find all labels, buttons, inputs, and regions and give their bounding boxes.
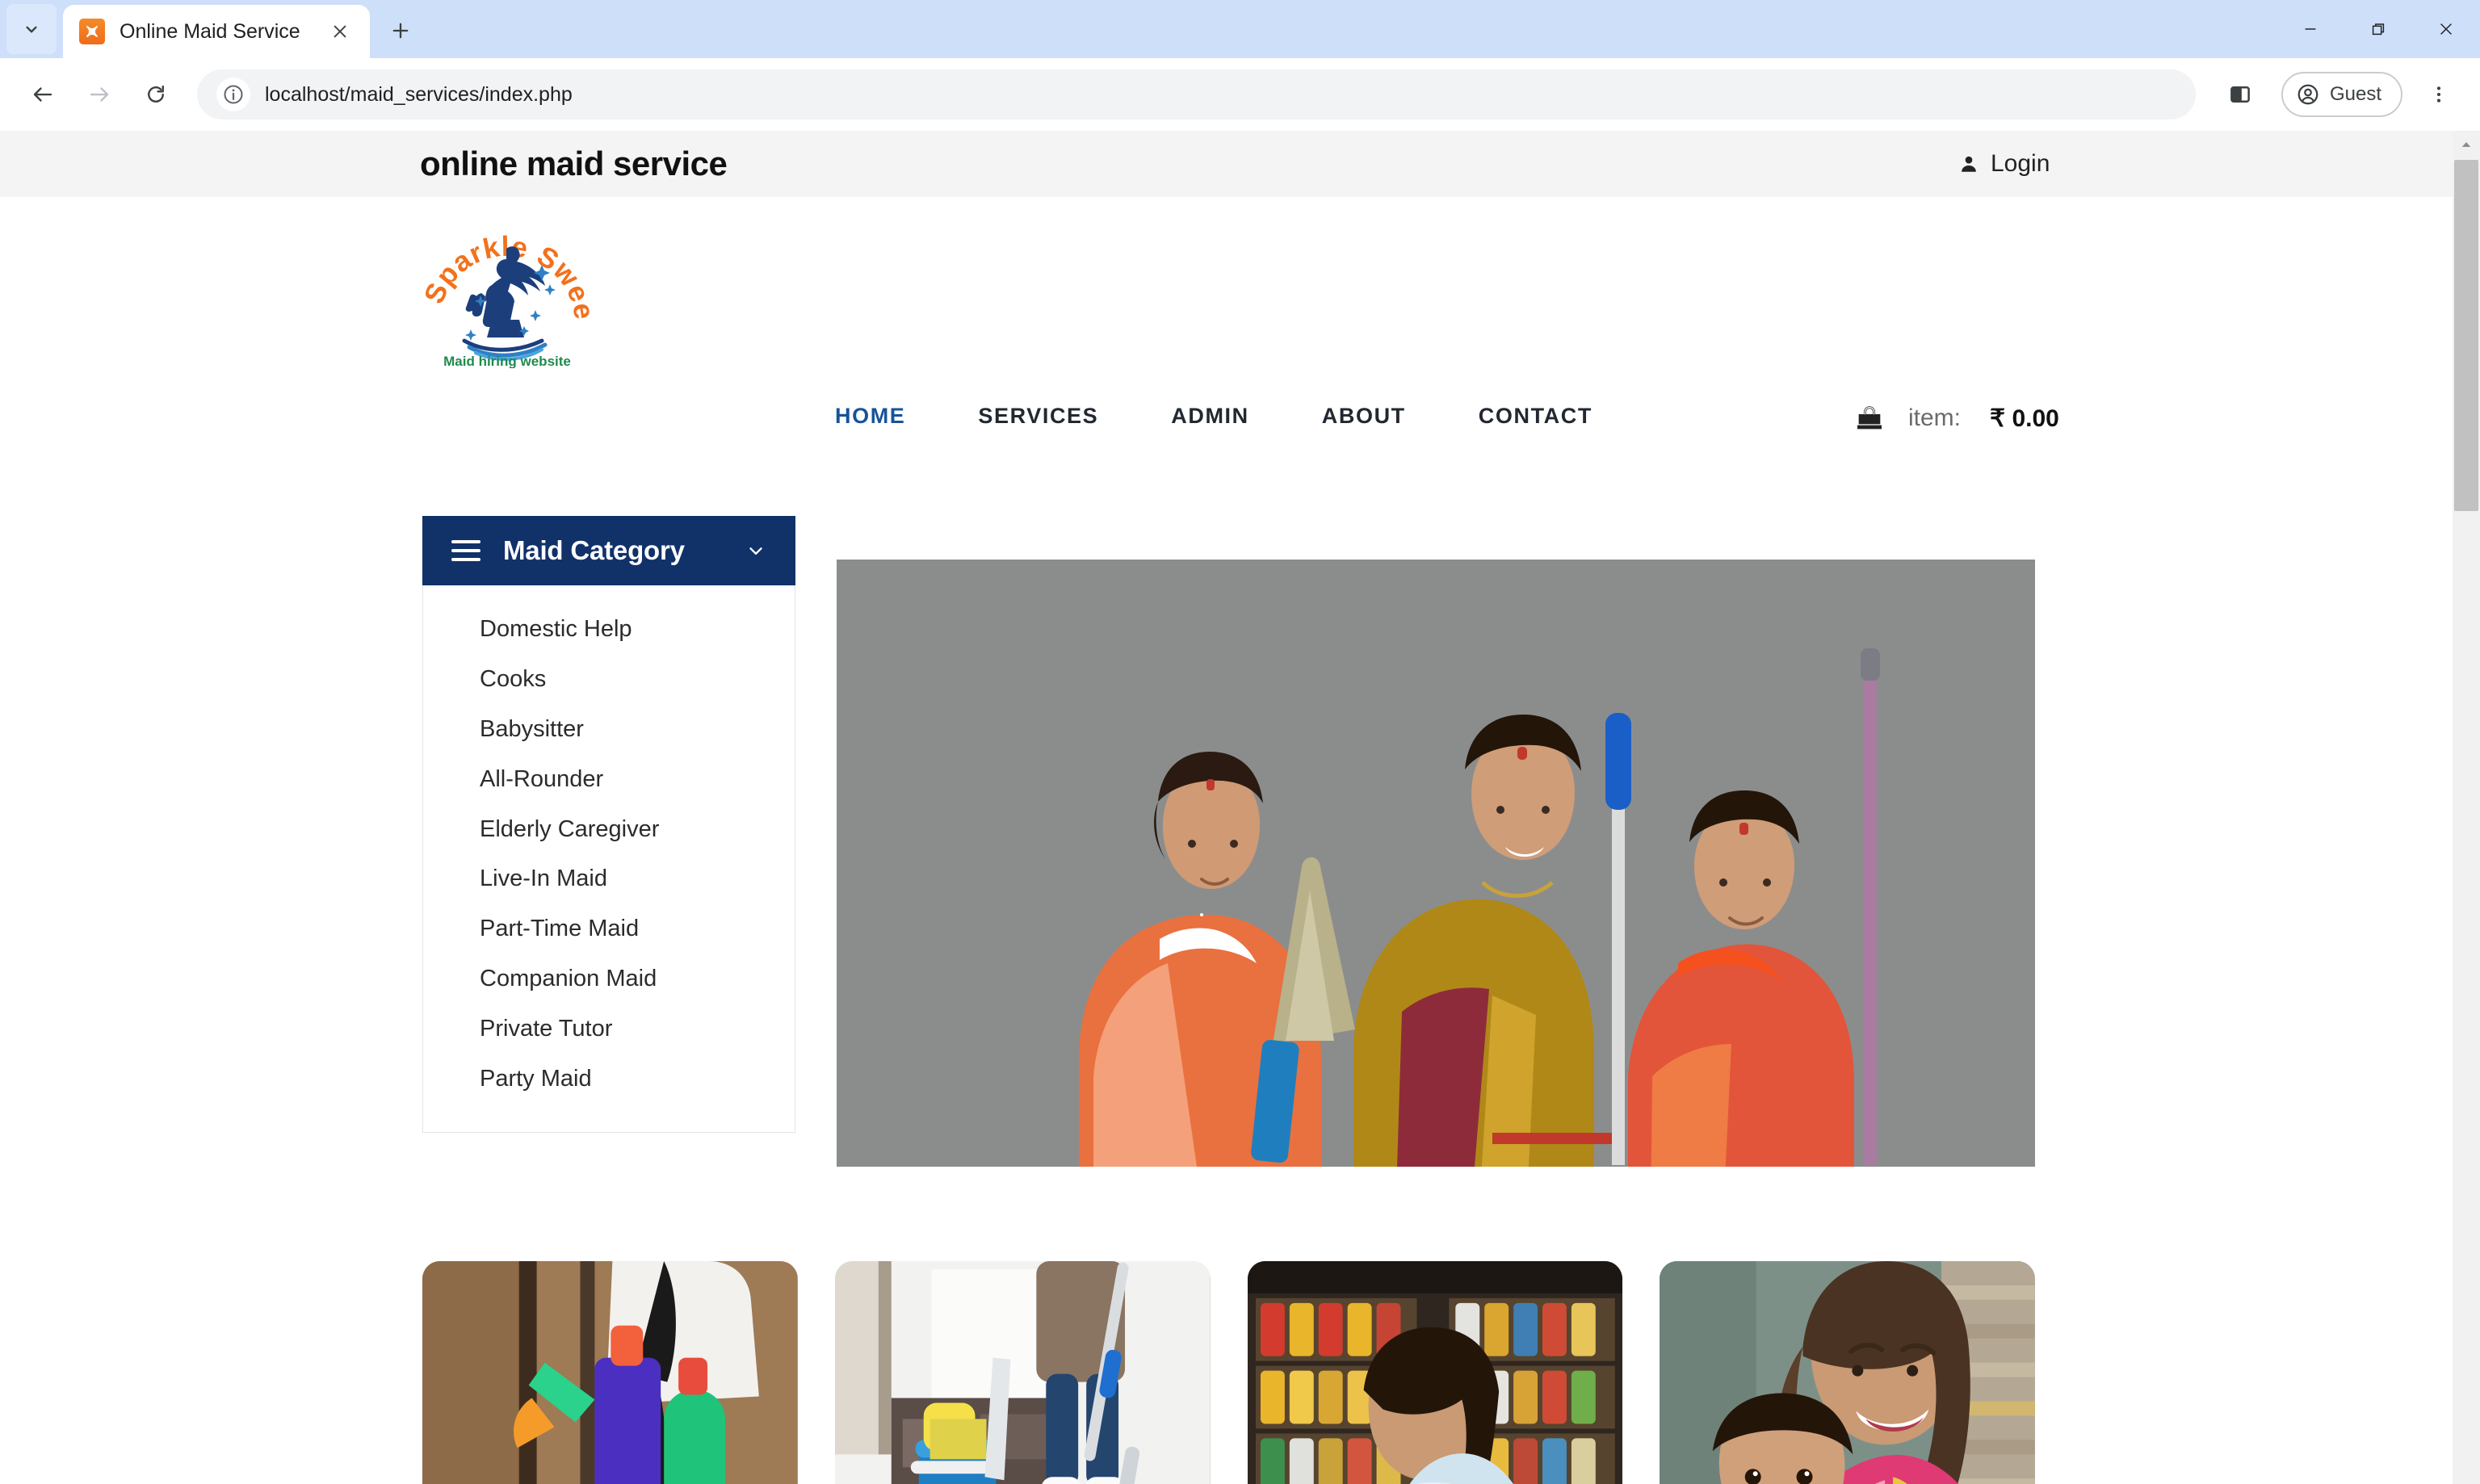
site-logo[interactable]: Sparkle Sweep	[413, 182, 599, 369]
close-button[interactable]	[2412, 0, 2480, 58]
hamburger-icon[interactable]	[451, 540, 480, 561]
category-item-elderly-caregiver[interactable]: Elderly Caregiver	[423, 805, 795, 855]
browser-toolbar: localhost/maid_services/index.php Guest	[0, 58, 2480, 131]
logo-tagline: Maid hiring website	[443, 354, 571, 368]
service-card-cleaning-supplies[interactable]	[422, 1261, 798, 1484]
cart-amount: ₹ 0.00	[1990, 405, 2059, 432]
forward-arrow-icon[interactable]	[74, 69, 124, 119]
close-icon[interactable]	[326, 18, 354, 45]
page-viewport: online maid service Login Sparkle Swe	[0, 131, 2480, 1484]
site-title: online maid service	[420, 145, 728, 182]
avatar-icon	[2297, 84, 2318, 105]
site-topbar: online maid service Login	[0, 131, 2480, 197]
tab-search-icon[interactable]	[6, 4, 57, 54]
category-item-party-maid[interactable]: Party Maid	[423, 1054, 795, 1105]
category-item-all-rounder[interactable]: All-Rounder	[423, 755, 795, 805]
site-header: Sparkle Sweep	[0, 182, 2480, 384]
xampp-icon	[79, 19, 105, 44]
page-scrollbar[interactable]	[2453, 131, 2480, 1484]
category-item-companion-maid[interactable]: Companion Maid	[423, 954, 795, 1004]
category-panel-title: Maid Category	[503, 535, 685, 565]
login-label: Login	[1991, 150, 2050, 177]
window-controls	[2276, 0, 2480, 58]
cart-label: item:	[1908, 405, 1962, 431]
category-panel-header[interactable]: Maid Category	[422, 516, 795, 585]
hero-banner-image[interactable]	[837, 560, 2035, 1167]
service-card-row	[422, 1261, 2035, 1484]
tab-strip: Online Maid Service	[0, 0, 2480, 58]
cart-summary[interactable]: item: ₹ 0.00	[1853, 402, 2059, 434]
login-button[interactable]: Login	[1958, 150, 2050, 178]
minimize-button[interactable]	[2276, 0, 2344, 58]
category-item-domestic-help[interactable]: Domestic Help	[423, 605, 795, 655]
profile-button[interactable]: Guest	[2281, 72, 2402, 117]
category-item-part-time-maid[interactable]: Part-Time Maid	[423, 904, 795, 954]
nav-item-home[interactable]: HOME	[835, 404, 905, 429]
three-dot-menu-icon[interactable]	[2415, 71, 2462, 118]
maid-category-panel: Maid Category Domestic Help Cooks Babysi…	[422, 516, 795, 1133]
side-panel-icon[interactable]	[2217, 71, 2264, 118]
category-item-private-tutor[interactable]: Private Tutor	[423, 1004, 795, 1054]
category-item-cooks[interactable]: Cooks	[423, 655, 795, 705]
service-card-grocery-shopping[interactable]	[1247, 1261, 1623, 1484]
address-bar[interactable]: localhost/maid_services/index.php	[197, 69, 2196, 119]
chevron-down-icon	[749, 547, 762, 555]
profile-label: Guest	[2329, 83, 2381, 105]
category-item-live-in-maid[interactable]: Live-In Maid	[423, 854, 795, 904]
toolbar-right: Guest	[2217, 71, 2462, 118]
user-icon	[1962, 156, 1976, 172]
main-navigation: HOME SERVICES ADMIN ABOUT CONTACT	[835, 404, 1665, 429]
url-text: localhost/maid_services/index.php	[265, 82, 573, 106]
service-card-floor-mopping[interactable]	[834, 1261, 1211, 1484]
back-arrow-icon[interactable]	[18, 69, 68, 119]
scrollbar-thumb[interactable]	[2454, 160, 2478, 511]
browser-window: Online Maid Service localhost/maid_servi…	[0, 0, 2480, 1484]
scroll-up-arrow-icon[interactable]	[2453, 131, 2480, 158]
tab-title: Online Maid Service	[120, 19, 300, 43]
nav-item-admin[interactable]: ADMIN	[1171, 404, 1249, 429]
shopping-bag-icon	[1857, 406, 1882, 430]
info-circle-icon[interactable]	[216, 78, 250, 111]
service-card-babysitting[interactable]	[1660, 1261, 2035, 1484]
category-list: Domestic Help Cooks Babysitter All-Round…	[423, 585, 795, 1132]
reload-icon[interactable]	[131, 69, 181, 119]
category-item-babysitter[interactable]: Babysitter	[423, 705, 795, 755]
nav-item-about[interactable]: ABOUT	[1322, 404, 1406, 429]
new-tab-button[interactable]	[378, 8, 423, 53]
browser-tab[interactable]: Online Maid Service	[63, 5, 370, 58]
nav-item-services[interactable]: SERVICES	[978, 404, 1098, 429]
restore-button[interactable]	[2344, 0, 2412, 58]
nav-item-contact[interactable]: CONTACT	[1479, 404, 1592, 429]
